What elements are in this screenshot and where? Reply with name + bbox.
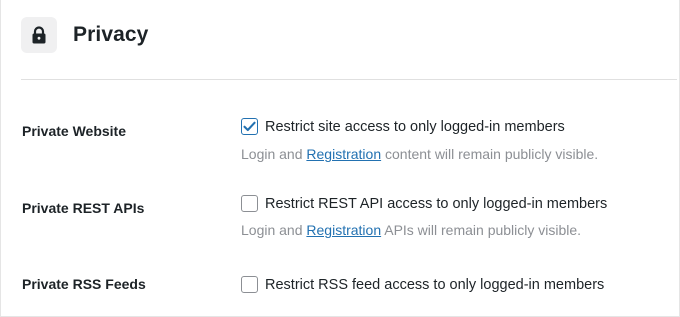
- checkbox-label: Restrict REST API access to only logged-…: [265, 195, 608, 212]
- private-website-option[interactable]: Restrict site access to only logged-in m…: [241, 118, 565, 135]
- help-text: Login and Registration content will rema…: [241, 146, 598, 162]
- private-rss-feeds-checkbox[interactable]: [241, 276, 258, 293]
- checkbox-label: Restrict site access to only logged-in m…: [265, 118, 565, 135]
- registration-link[interactable]: Registration: [306, 146, 381, 162]
- help-suffix: APIs will remain publicly visible.: [381, 222, 582, 238]
- privacy-panel: Privacy Private Website Restrict site ac…: [0, 0, 680, 317]
- help-suffix: content will remain publicly visible.: [381, 146, 599, 162]
- checkbox-label: Restrict RSS feed access to only logged-…: [265, 276, 605, 293]
- setting-label: Private Website: [22, 123, 127, 139]
- setting-label: Private REST APIs: [22, 200, 145, 216]
- checkmark-icon: [243, 121, 256, 132]
- setting-label: Private RSS Feeds: [22, 276, 146, 292]
- header-divider: [21, 79, 677, 80]
- private-website-checkbox[interactable]: [241, 118, 258, 135]
- lock-icon: [21, 17, 57, 53]
- help-prefix: Login and: [241, 146, 307, 162]
- registration-link[interactable]: Registration: [306, 222, 381, 238]
- help-text: Login and Registration APIs will remain …: [241, 222, 581, 238]
- private-rest-apis-option[interactable]: Restrict REST API access to only logged-…: [241, 195, 607, 212]
- section-header: Privacy: [21, 17, 148, 53]
- private-rest-apis-checkbox[interactable]: [241, 195, 258, 212]
- help-prefix: Login and: [241, 222, 307, 238]
- section-title: Privacy: [73, 23, 149, 46]
- private-rss-feeds-option[interactable]: Restrict RSS feed access to only logged-…: [241, 276, 604, 293]
